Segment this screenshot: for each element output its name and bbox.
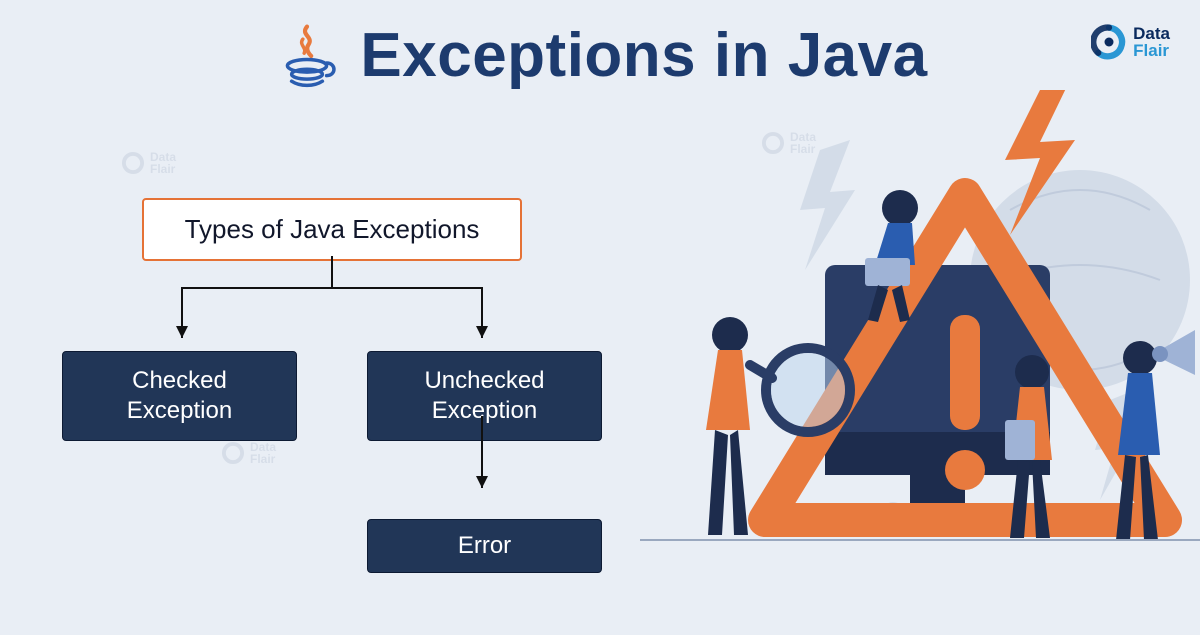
grandchild-node-error: Error: [367, 519, 602, 573]
java-icon: [272, 21, 342, 91]
children-row: Checked Exception Unchecked Exception: [62, 351, 602, 441]
grandchild-row: Error: [62, 519, 602, 573]
hierarchy-diagram: Types of Java Exceptions Checked Excepti…: [62, 198, 602, 573]
root-node: Types of Java Exceptions: [142, 198, 522, 261]
brand-name-line1: Data: [1133, 25, 1170, 42]
brand-name-line2: Flair: [1133, 42, 1170, 59]
child-node-unchecked: Unchecked Exception: [367, 351, 602, 441]
brand-logo-icon: [1091, 24, 1127, 60]
brand-logo-text: Data Flair: [1133, 25, 1170, 59]
brand-logo: Data Flair: [1091, 24, 1170, 60]
warning-illustration: [610, 90, 1200, 630]
watermark: DataFlair: [120, 150, 176, 176]
child-node-checked: Checked Exception: [62, 351, 297, 441]
header: Exceptions in Java: [0, 0, 1200, 91]
page-title: Exceptions in Java: [360, 20, 927, 91]
